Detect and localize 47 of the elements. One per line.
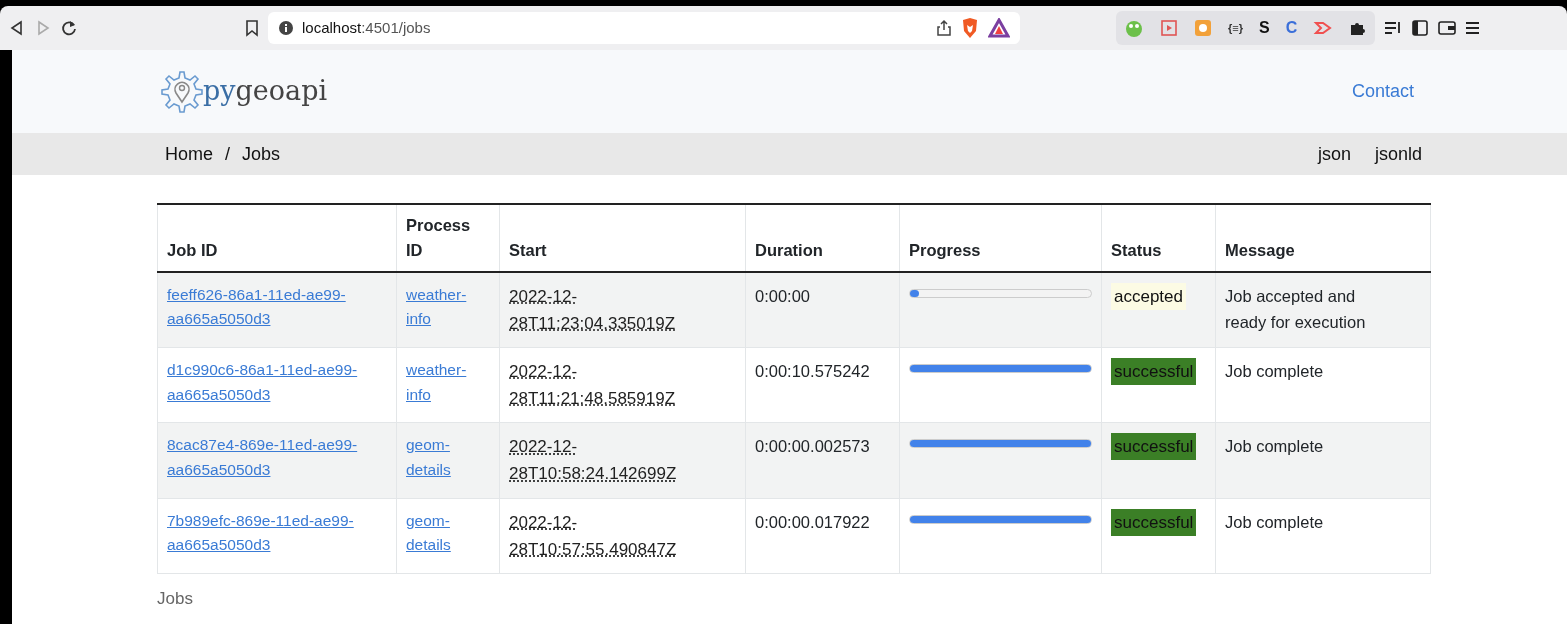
menu-icon[interactable] [1465, 19, 1480, 37]
breadcrumb-item[interactable]: Jobs [242, 140, 281, 168]
extension-icon[interactable]: S [1259, 16, 1270, 40]
lion-shield-icon[interactable] [960, 17, 980, 39]
column-header: Progress [899, 204, 1102, 272]
info-icon [278, 20, 294, 36]
bookmark-icon[interactable] [244, 19, 260, 37]
arrow-icon[interactable] [1313, 19, 1334, 37]
duration-cell: 0:00:00.017922 [745, 498, 900, 574]
url-text: localhost:4501/jobs [302, 17, 431, 38]
format-link[interactable]: jsonld [1374, 140, 1422, 168]
duration-cell: 0:00:00.002573 [745, 422, 900, 499]
message-cell: Job complete [1215, 347, 1431, 423]
extension-icon[interactable]: C [1285, 16, 1298, 40]
message-cell: Job accepted and ready for execution [1215, 271, 1431, 348]
wallet-icon[interactable] [1437, 19, 1458, 37]
start-time: 2022-12-28T10:58:24.142699Z [509, 437, 677, 484]
format-link[interactable]: json [1317, 140, 1351, 168]
message-cell: Job complete [1215, 498, 1431, 574]
column-header: Process ID [396, 204, 500, 272]
start-time: 2022-12-28T11:23:04.335019Z [509, 286, 676, 333]
duration-cell: 0:00:10.575242 [745, 347, 900, 423]
extension-icon[interactable]: {≡} [1228, 19, 1243, 37]
column-header: Job ID [157, 204, 397, 272]
start-time: 2022-12-28T11:21:48.585919Z [509, 361, 676, 409]
status-label: successful [1111, 508, 1197, 536]
breadcrumb-separator: / [225, 142, 231, 166]
column-header: Duration [745, 204, 900, 272]
duration-cell: 0:00:00 [745, 271, 900, 348]
logo-text: pygeoapi [203, 74, 328, 109]
triangle-icon[interactable] [988, 18, 1010, 38]
sidebar-icon[interactable] [1411, 19, 1430, 37]
play-box-icon[interactable] [1160, 19, 1178, 37]
column-header: Status [1101, 204, 1216, 272]
reload-icon[interactable] [60, 19, 78, 37]
status-label: successful [1111, 357, 1197, 386]
address-bar[interactable]: localhost:4501/jobs [268, 12, 1020, 44]
contact-link[interactable]: Contact [1351, 78, 1414, 105]
breadcrumb-item[interactable]: Home [165, 140, 213, 168]
column-header: Message [1215, 204, 1431, 272]
status-label: successful [1111, 433, 1197, 461]
table-caption: Jobs [157, 588, 194, 610]
status-label: accepted [1111, 282, 1186, 310]
start-time: 2022-12-28T10:57:55.490847Z [509, 512, 677, 559]
column-header: Start [499, 204, 746, 272]
message-cell: Job complete [1215, 422, 1431, 499]
share-icon[interactable] [936, 19, 952, 37]
